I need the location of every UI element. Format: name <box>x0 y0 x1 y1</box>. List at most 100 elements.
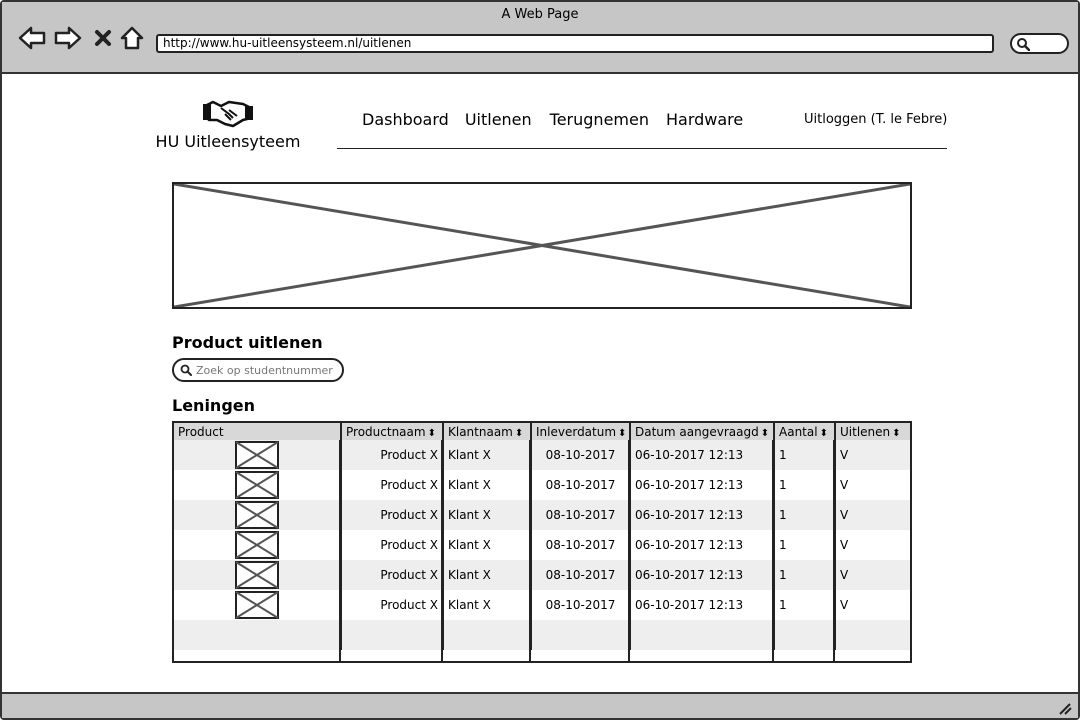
cell-uitlenen[interactable]: V <box>835 500 910 530</box>
cell-datum-aangevraagd: 06-10-2017 12:13 <box>630 500 775 530</box>
cell-productnaam: Product X <box>341 530 444 560</box>
home-icon <box>120 26 144 50</box>
cell-klantnaam: Klant X <box>443 590 532 620</box>
table-header-row: Product Productnaam ⬍ Klantnaam ⬍ Inleverd… <box>174 423 910 440</box>
app-name: HU Uitleensyteem <box>155 132 301 151</box>
cell-uitlenen[interactable]: V <box>835 530 910 560</box>
loans-table: Product Productnaam ⬍ Klantnaam ⬍ Inleverd… <box>172 421 912 663</box>
nav-link-terugnemen[interactable]: Terugnemen <box>550 110 649 129</box>
table-row[interactable]: Product X Klant X 08-10-2017 06-10-2017 12:… <box>174 560 910 590</box>
product-image-placeholder-icon <box>235 531 279 559</box>
product-image-placeholder-icon <box>235 591 279 619</box>
sort-icon: ⬍ <box>819 427 828 439</box>
back-button[interactable] <box>16 22 48 54</box>
cell-klantnaam: Klant X <box>443 530 532 560</box>
table-row[interactable]: Product X Klant X 08-10-2017 06-10-2017 12:… <box>174 590 910 620</box>
cell-productnaam: Product X <box>341 560 444 590</box>
sort-icon: ⬍ <box>892 427 901 439</box>
cell-inleverdatum: 08-10-2017 <box>531 530 631 560</box>
product-image-placeholder-icon <box>235 471 279 499</box>
student-search[interactable] <box>172 358 344 382</box>
sort-icon: ⬍ <box>618 427 627 439</box>
cell-klantnaam: Klant X <box>443 440 532 470</box>
cell-product-image <box>174 590 342 620</box>
product-image-placeholder-icon <box>235 561 279 589</box>
cell-datum-aangevraagd: 06-10-2017 12:13 <box>630 590 775 620</box>
window-title: A Web Page <box>501 7 579 22</box>
cell-aantal: 1 <box>774 530 836 560</box>
image-placeholder-icon <box>173 182 911 309</box>
nav-divider <box>337 148 947 149</box>
product-image-placeholder-icon <box>235 501 279 529</box>
app-logo[interactable]: HU Uitleensyteem <box>152 96 304 151</box>
sort-icon: ⬍ <box>760 427 770 439</box>
column-header-aantal[interactable]: Aantal ⬍ <box>774 423 836 440</box>
cell-aantal: 1 <box>774 500 836 530</box>
cell-productnaam: Product X <box>341 500 444 530</box>
cell-product-image <box>174 500 342 530</box>
loans-section-title: Leningen <box>172 396 256 415</box>
table-row[interactable]: Product X Klant X 08-10-2017 06-10-2017 12:… <box>174 530 910 560</box>
cell-product-image <box>174 440 342 470</box>
column-header-datum-aangevraagd[interactable]: Datum aangevraagd ⬍ <box>630 423 775 440</box>
cell-datum-aangevraagd: 06-10-2017 12:13 <box>630 470 775 500</box>
column-header-productnaam[interactable]: Productnaam ⬍ <box>341 423 444 440</box>
cell-aantal: 1 <box>774 560 836 590</box>
cell-uitlenen[interactable]: V <box>835 440 910 470</box>
close-icon <box>95 30 111 46</box>
cell-aantal: 1 <box>774 440 836 470</box>
cell-datum-aangevraagd: 06-10-2017 12:13 <box>630 560 775 590</box>
nav-link-hardware[interactable]: Hardware <box>666 110 743 129</box>
resize-grip-icon[interactable] <box>1058 703 1072 715</box>
cell-aantal: 1 <box>774 470 836 500</box>
nav-link-uitlenen[interactable]: Uitlenen <box>465 110 532 129</box>
nav-link-dashboard[interactable]: Dashboard <box>362 110 449 129</box>
table-row[interactable]: Product X Klant X 08-10-2017 06-10-2017 12:… <box>174 500 910 530</box>
column-header-uitlenen[interactable]: Uitlenen ⬍ <box>835 423 910 440</box>
cell-productnaam: Product X <box>341 440 444 470</box>
product-image-placeholder-icon <box>235 441 279 469</box>
cell-uitlenen[interactable]: V <box>835 590 910 620</box>
cell-product-image <box>174 560 342 590</box>
column-header-klantnaam[interactable]: Klantnaam ⬍ <box>443 423 532 440</box>
sort-icon: ⬍ <box>427 427 436 439</box>
cell-uitlenen[interactable]: V <box>835 560 910 590</box>
home-button[interactable] <box>118 22 146 54</box>
search-icon <box>180 364 192 376</box>
cell-klantnaam: Klant X <box>443 560 532 590</box>
cell-inleverdatum: 08-10-2017 <box>531 440 631 470</box>
table-row[interactable]: Product X Klant X 08-10-2017 06-10-2017 12:… <box>174 470 910 500</box>
main-nav: Dashboard Uitlenen Terugnemen Hardware <box>362 110 743 129</box>
student-number-input[interactable] <box>196 363 341 377</box>
search-icon <box>1017 38 1030 51</box>
cell-inleverdatum: 08-10-2017 <box>531 500 631 530</box>
column-header-inleverdatum[interactable]: Inleverdatum ⬍ <box>531 423 631 440</box>
cell-inleverdatum: 08-10-2017 <box>531 560 631 590</box>
table-row-empty <box>174 620 910 650</box>
logout-link[interactable]: Uitloggen (T. le Febre) <box>804 112 947 127</box>
browser-window: A Web Page http://www.hu-uitleensysteem.… <box>0 0 1080 720</box>
banner-image-placeholder <box>172 182 912 309</box>
sort-icon: ⬍ <box>514 427 524 439</box>
cell-klantnaam: Klant X <box>443 470 532 500</box>
table-row[interactable]: Product X Klant X 08-10-2017 06-10-2017 12:… <box>174 440 910 470</box>
back-arrow-icon <box>18 26 46 50</box>
cell-datum-aangevraagd: 06-10-2017 12:13 <box>630 440 775 470</box>
loans-grid: Product Productnaam ⬍ Klantnaam ⬍ Inleverd… <box>174 423 910 650</box>
cell-uitlenen[interactable]: V <box>835 470 910 500</box>
browser-chrome: A Web Page http://www.hu-uitleensysteem.… <box>2 2 1078 74</box>
browser-status-bar <box>2 692 1078 718</box>
forward-button[interactable] <box>52 22 84 54</box>
column-header-product[interactable]: Product <box>174 423 342 440</box>
cell-klantnaam: Klant X <box>443 500 532 530</box>
cell-inleverdatum: 08-10-2017 <box>531 470 631 500</box>
handshake-icon <box>203 100 253 128</box>
forward-arrow-icon <box>54 26 82 50</box>
stop-button[interactable] <box>90 22 116 54</box>
url-bar[interactable]: http://www.hu-uitleensysteem.nl/uitlenen <box>156 34 994 53</box>
browser-search-field[interactable] <box>1010 33 1069 54</box>
cell-productnaam: Product X <box>341 590 444 620</box>
cell-inleverdatum: 08-10-2017 <box>531 590 631 620</box>
cell-product-image <box>174 470 342 500</box>
lend-section-title: Product uitlenen <box>172 333 323 352</box>
